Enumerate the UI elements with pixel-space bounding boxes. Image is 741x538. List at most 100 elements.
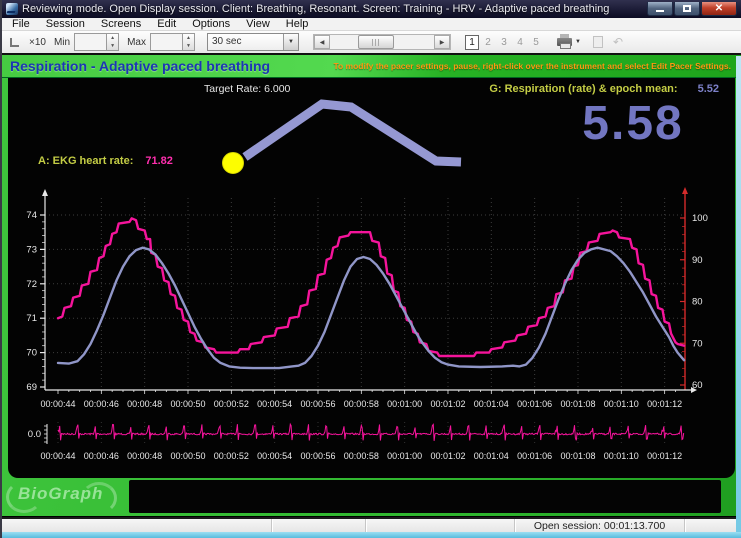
min-input[interactable] <box>74 33 107 51</box>
scrollbar-thumb[interactable] <box>358 35 394 49</box>
svg-text:00:00:44: 00:00:44 <box>40 451 75 461</box>
svg-text:72: 72 <box>26 279 37 290</box>
svg-text:100: 100 <box>692 213 708 224</box>
respiration-readout: G: Respiration (rate) & epoch mean: 5.52 <box>489 83 719 95</box>
maximize-icon <box>683 5 691 12</box>
svg-text:00:01:02: 00:01:02 <box>430 451 465 461</box>
svg-text:71: 71 <box>26 313 37 324</box>
page-button-4[interactable]: 4 <box>513 35 527 50</box>
instrument-panel[interactable]: 69 70 71 72 73 74 60 70 80 90 100 00:00:44 00:00:46 0… <box>8 78 735 478</box>
svg-text:00:01:06: 00:01:06 <box>517 451 552 461</box>
page-button-2[interactable]: 2 <box>481 35 495 50</box>
interval-dropdown[interactable]: 30 sec ▼ <box>207 33 299 51</box>
minimize-button[interactable] <box>647 2 673 16</box>
menu-options[interactable]: Options <box>184 18 238 31</box>
svg-text:80: 80 <box>692 297 703 308</box>
min-spin-buttons[interactable]: ▲ ▼ <box>106 33 120 51</box>
svg-text:00:00:54: 00:00:54 <box>257 399 292 409</box>
chevron-down-icon[interactable]: ▼ <box>575 39 581 45</box>
undo-icon[interactable]: ↶ <box>613 35 623 49</box>
status-segment <box>366 519 515 532</box>
svg-text:00:00:54: 00:00:54 <box>257 451 292 461</box>
respiration-epoch-mean-value: 5.52 <box>697 83 719 95</box>
page-button-5[interactable]: 5 <box>529 35 543 50</box>
svg-text:00:01:12: 00:01:12 <box>647 451 682 461</box>
ekg-label: A: EKG heart rate: <box>38 155 134 167</box>
respiration-label: G: Respiration (rate) & epoch mean: <box>489 83 678 95</box>
copy-icon[interactable] <box>592 36 603 48</box>
menu-help[interactable]: Help <box>278 18 317 31</box>
app-logo-icon <box>6 3 18 15</box>
page-button-3[interactable]: 3 <box>497 35 511 50</box>
scroll-left-icon[interactable]: ◀ <box>314 35 330 49</box>
chevron-down-icon[interactable]: ▼ <box>283 34 298 50</box>
svg-text:00:01:08: 00:01:08 <box>560 399 595 409</box>
max-input[interactable] <box>150 33 182 51</box>
svg-text:00:00:58: 00:00:58 <box>344 451 379 461</box>
max-spin-buttons[interactable]: ▲ ▼ <box>182 33 195 51</box>
min-spinner: ▲ ▼ <box>74 33 120 51</box>
svg-text:00:00:46: 00:00:46 <box>84 451 119 461</box>
menu-file[interactable]: File <box>4 18 38 31</box>
svg-text:0.0: 0.0 <box>28 429 41 440</box>
svg-text:00:00:50: 00:00:50 <box>170 451 205 461</box>
svg-text:00:01:10: 00:01:10 <box>604 399 639 409</box>
svg-text:70: 70 <box>26 348 37 359</box>
minimize-icon <box>656 10 664 12</box>
print-button[interactable]: ▼ <box>557 34 581 49</box>
status-session-time: Open session: 00:01:13.700 <box>515 519 685 532</box>
spin-down-icon[interactable]: ▼ <box>107 42 118 50</box>
status-segment <box>272 519 366 532</box>
axis-scale-icon[interactable] <box>10 37 19 47</box>
content-area: 69 70 71 72 73 74 60 70 80 90 100 00:00:44 00:00:46 0… <box>2 78 741 516</box>
screen-banner: Respiration - Adaptive paced breathing T… <box>2 55 741 78</box>
toolbar: ×10 Min ▲ ▼ Max ▲ ▼ 30 sec ▼ ◀ ▶ 1 2 3 4 5 <box>2 31 741 55</box>
svg-text:00:00:52: 00:00:52 <box>214 399 249 409</box>
svg-text:00:00:48: 00:00:48 <box>127 399 162 409</box>
scale-factor-label: ×10 <box>29 36 46 48</box>
screen-page-buttons: 1 2 3 4 5 <box>465 34 543 50</box>
status-segment <box>685 519 741 532</box>
maximize-button[interactable] <box>674 2 700 16</box>
timeline-scrollbar[interactable]: ◀ ▶ <box>313 34 451 50</box>
ekg-readout: A: EKG heart rate: 71.82 <box>38 155 173 167</box>
max-label: Max <box>127 36 146 48</box>
svg-text:00:01:00: 00:01:00 <box>387 399 422 409</box>
scrollbar-track[interactable] <box>330 35 434 49</box>
menu-view[interactable]: View <box>238 18 278 31</box>
printer-icon <box>557 34 572 49</box>
svg-text:69: 69 <box>26 382 37 393</box>
svg-text:00:01:04: 00:01:04 <box>474 399 509 409</box>
svg-text:00:00:52: 00:00:52 <box>214 451 249 461</box>
svg-text:00:00:44: 00:00:44 <box>40 399 75 409</box>
spin-up-icon[interactable]: ▲ <box>107 34 118 42</box>
svg-text:00:01:08: 00:01:08 <box>560 451 595 461</box>
scroll-right-icon[interactable]: ▶ <box>434 35 450 49</box>
close-button[interactable]: ✕ <box>701 2 737 16</box>
svg-text:00:01:12: 00:01:12 <box>647 399 682 409</box>
biograph-logo: BioGraph <box>5 481 118 514</box>
svg-text:00:00:56: 00:00:56 <box>300 451 335 461</box>
window-title: Reviewing mode. Open Display session. Cl… <box>22 3 610 15</box>
menu-session[interactable]: Session <box>38 18 93 31</box>
svg-text:00:01:06: 00:01:06 <box>517 399 552 409</box>
spin-up-icon[interactable]: ▲ <box>183 34 194 42</box>
svg-text:00:00:58: 00:00:58 <box>344 399 379 409</box>
page-button-1[interactable]: 1 <box>465 34 479 50</box>
svg-text:00:01:04: 00:01:04 <box>474 451 509 461</box>
svg-text:90: 90 <box>692 255 703 266</box>
svg-text:00:00:56: 00:00:56 <box>300 399 335 409</box>
pacer-hint-text: To modify the pacer settings, pause, rig… <box>333 61 731 71</box>
menu-screens[interactable]: Screens <box>93 18 149 31</box>
window-bottom-frame <box>2 532 741 538</box>
svg-text:00:01:10: 00:01:10 <box>604 451 639 461</box>
caption-buttons: ✕ <box>647 2 737 16</box>
close-icon: ✕ <box>714 2 724 14</box>
menu-edit[interactable]: Edit <box>149 18 184 31</box>
screen-title: Respiration - Adaptive paced breathing <box>10 58 271 74</box>
svg-text:00:01:02: 00:01:02 <box>430 399 465 409</box>
status-bar: Open session: 00:01:13.700 <box>2 517 741 532</box>
spin-down-icon[interactable]: ▼ <box>183 42 194 50</box>
svg-text:00:00:48: 00:00:48 <box>127 451 162 461</box>
footer-band: BioGraph <box>2 478 741 516</box>
